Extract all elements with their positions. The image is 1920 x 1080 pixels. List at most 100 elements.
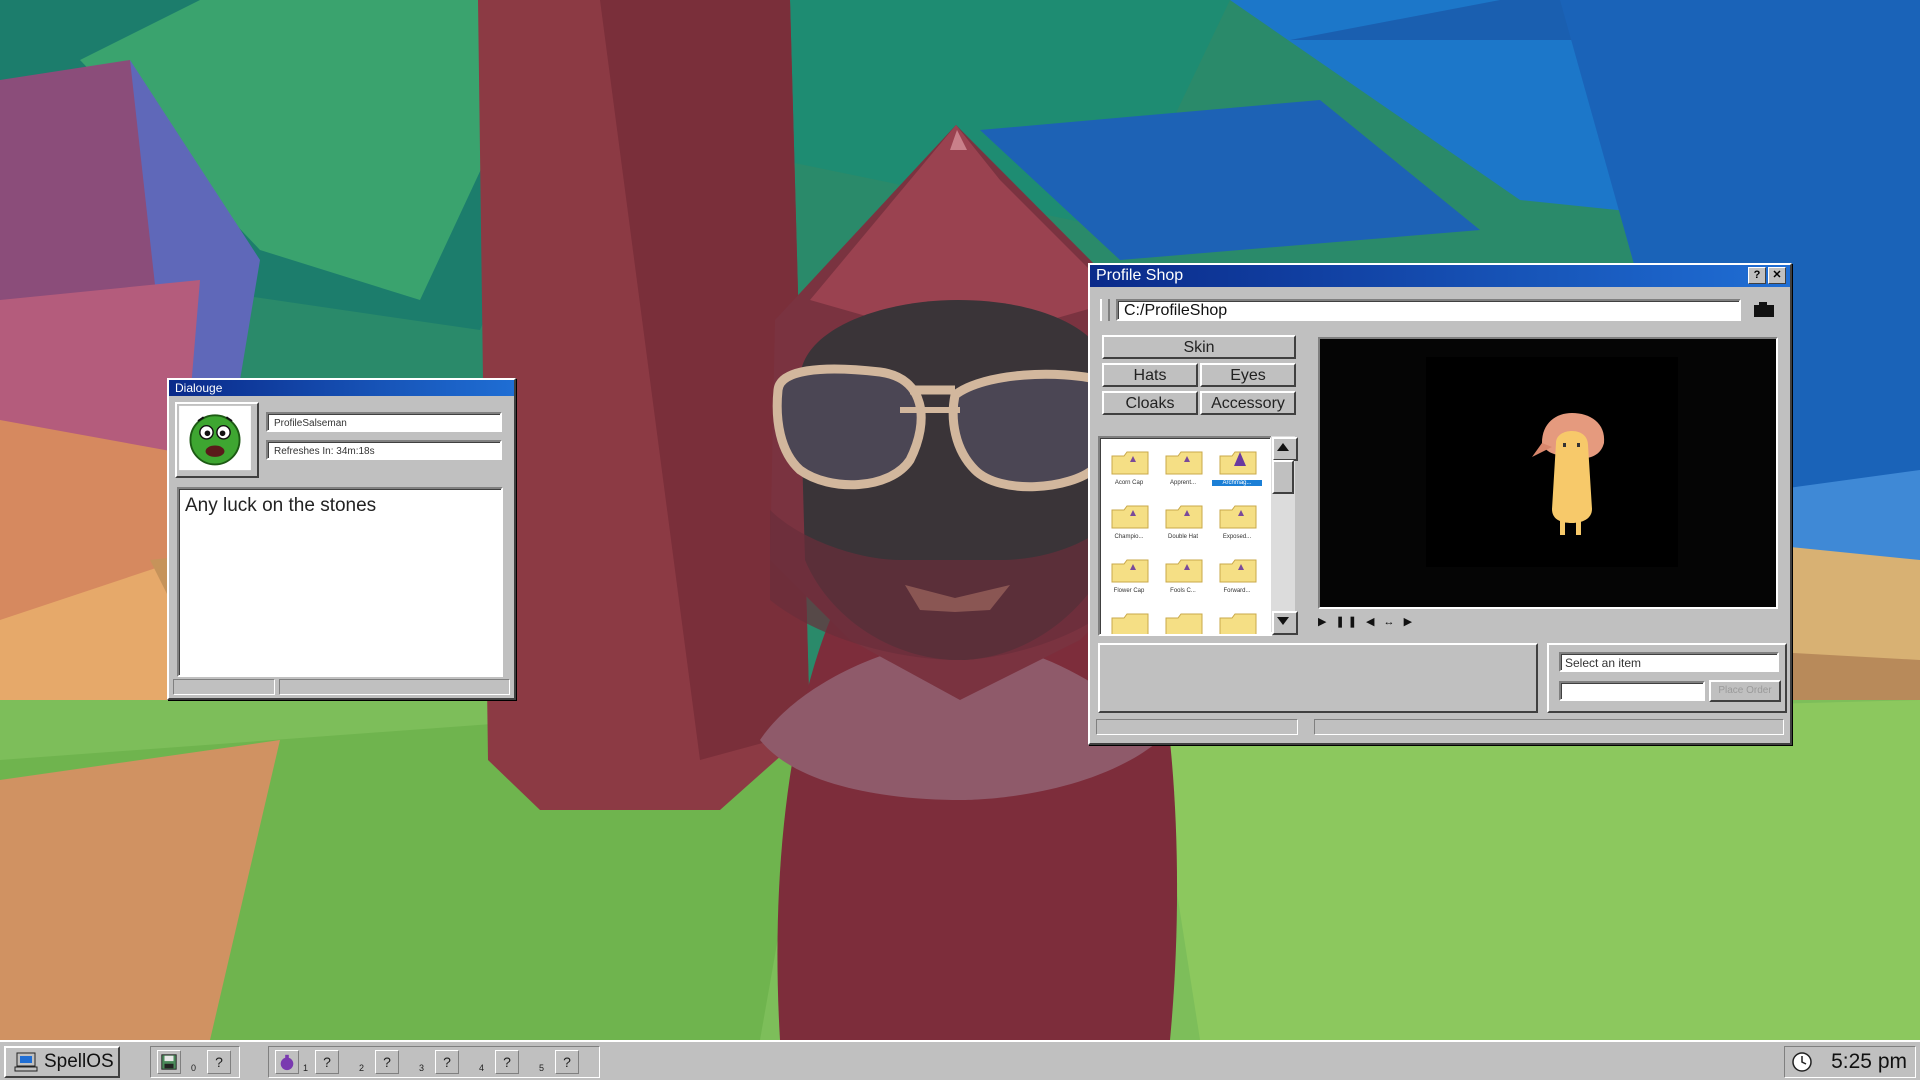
item-label: Forward... <box>1223 588 1251 594</box>
start-button[interactable]: SpellOS <box>4 1046 120 1078</box>
quick-slot-group-2: 1 ? 2 ? 3 ? 4 ? 5 ? <box>268 1046 600 1078</box>
quick-slot-group-1: 0 ? <box>150 1046 240 1078</box>
item-folder[interactable]: Champio... <box>1104 496 1154 548</box>
slot-number-2: 2 <box>359 1063 365 1073</box>
folder-icon <box>1219 505 1257 529</box>
system-clock[interactable]: 5:25 pm <box>1784 1046 1916 1078</box>
character-model <box>1426 357 1678 567</box>
quick-slot-2[interactable]: ? <box>375 1050 399 1074</box>
item-folder[interactable] <box>1158 604 1208 634</box>
folder-icon <box>1165 451 1203 475</box>
order-panel: Select an item Place Order <box>1547 643 1787 713</box>
item-folder[interactable] <box>1104 604 1154 634</box>
address-bar[interactable]: C:/ProfileShop <box>1116 299 1741 321</box>
dialogue-status-left <box>173 679 275 695</box>
scroll-thumb[interactable] <box>1272 460 1294 494</box>
item-folder[interactable]: Exposed... <box>1212 496 1262 548</box>
dialogue-window: Dialouge ProfileSalseman Refreshes In: 3… <box>167 378 516 700</box>
taskbar: SpellOS 0 ? 1 ? 2 ? 3 ? 4 ? 5 ? 5:25 pm <box>0 1040 1920 1080</box>
start-label: SpellOS <box>44 1051 114 1072</box>
slot-number-4: 4 <box>479 1063 485 1073</box>
close-icon: ✕ <box>1772 269 1782 281</box>
shop-title: Profile Shop <box>1096 267 1184 284</box>
quick-slot-5[interactable]: ? <box>555 1050 579 1074</box>
dialogue-status-right <box>279 679 510 695</box>
refresh-timer-field: Refreshes In: 34m:18s <box>266 440 502 460</box>
folder-icon <box>1219 559 1257 583</box>
shop-status-left <box>1096 719 1298 735</box>
place-order-button[interactable]: Place Order <box>1709 680 1781 702</box>
item-folder[interactable]: Flower Cap <box>1104 550 1154 602</box>
item-label: Acorn Cap <box>1114 480 1144 486</box>
folder-icon <box>1165 613 1203 634</box>
item-label: Archmag... <box>1212 480 1262 486</box>
folder-icon <box>1219 451 1257 475</box>
help-icon: ? <box>323 1054 331 1070</box>
item-folder[interactable]: Forward... <box>1212 550 1262 602</box>
item-label: Flower Cap <box>1113 588 1145 594</box>
slot-number-5: 5 <box>539 1063 545 1073</box>
quick-slot-0[interactable] <box>157 1050 181 1074</box>
scroll-down-icon <box>1277 617 1289 625</box>
camera-button[interactable] <box>1750 299 1778 321</box>
shop-titlebar[interactable]: Profile Shop ? ✕ <box>1090 265 1790 287</box>
dialogue-title: Dialouge <box>175 381 223 395</box>
quick-slot-4[interactable]: ? <box>495 1050 519 1074</box>
clock-icon <box>1792 1052 1812 1072</box>
green-face-icon <box>179 405 251 471</box>
item-label: Double Hat <box>1167 534 1199 540</box>
category-hats[interactable]: Hats <box>1102 363 1198 387</box>
slot-number-1: 1 <box>303 1063 309 1073</box>
item-folder[interactable]: Apprent... <box>1158 442 1208 494</box>
scroll-down-button[interactable] <box>1272 611 1298 635</box>
quick-slot-0b[interactable]: ? <box>207 1050 231 1074</box>
close-button[interactable]: ✕ <box>1768 267 1786 284</box>
media-controls[interactable]: ▶ ❚❚ ◀ ↔ ▶ <box>1318 615 1415 628</box>
item-label: Fools C... <box>1170 588 1196 594</box>
item-folder-selected[interactable]: Archmag... <box>1212 442 1262 494</box>
category-skin[interactable]: Skin <box>1102 335 1296 359</box>
item-select-field[interactable]: Select an item <box>1559 652 1779 672</box>
scroll-up-button[interactable] <box>1272 437 1298 461</box>
address-grip <box>1100 299 1110 321</box>
folder-icon <box>1165 505 1203 529</box>
item-folder[interactable]: Double Hat <box>1158 496 1208 548</box>
item-label: Exposed... <box>1222 534 1252 540</box>
category-accessory[interactable]: Accessory <box>1200 391 1296 415</box>
potion-icon <box>280 1054 294 1071</box>
folder-icon <box>1111 451 1149 475</box>
camera-icon <box>1754 302 1774 317</box>
clock-time: 5:25 pm <box>1831 1050 1907 1073</box>
item-label: Champio... <box>1114 534 1144 540</box>
item-folder[interactable]: Fools C... <box>1158 550 1208 602</box>
item-description-panel <box>1098 643 1538 713</box>
folder-icon <box>1111 559 1149 583</box>
slot-number-3: 3 <box>419 1063 425 1073</box>
folder-icon <box>1111 505 1149 529</box>
quick-slot-3[interactable]: ? <box>435 1050 459 1074</box>
item-grid: Acorn Cap Apprent... Archmag... Champio.… <box>1098 436 1272 636</box>
character-preview[interactable] <box>1318 337 1778 609</box>
item-label: Apprent... <box>1169 480 1196 486</box>
item-folder[interactable] <box>1212 604 1262 634</box>
help-icon: ? <box>443 1054 451 1070</box>
category-cloaks[interactable]: Cloaks <box>1102 391 1198 415</box>
quick-slot-1[interactable] <box>275 1050 299 1074</box>
profile-shop-window: Profile Shop ? ✕ C:/ProfileShop Skin Hat… <box>1088 263 1792 745</box>
folder-icon <box>1111 613 1149 634</box>
order-quantity-input[interactable] <box>1559 681 1705 701</box>
item-scrollbar[interactable] <box>1271 436 1298 635</box>
quick-slot-1b[interactable]: ? <box>315 1050 339 1074</box>
help-icon: ? <box>215 1054 223 1070</box>
help-icon: ? <box>503 1054 511 1070</box>
help-icon: ? <box>383 1054 391 1070</box>
floppy-disk-icon <box>161 1054 177 1070</box>
shop-status-right <box>1314 719 1784 735</box>
dialogue-titlebar[interactable]: Dialouge <box>169 380 514 396</box>
help-button[interactable]: ? <box>1748 267 1766 284</box>
computer-icon <box>14 1052 38 1072</box>
category-eyes[interactable]: Eyes <box>1200 363 1296 387</box>
folder-icon <box>1165 559 1203 583</box>
folder-icon <box>1219 613 1257 634</box>
item-folder[interactable]: Acorn Cap <box>1104 442 1154 494</box>
